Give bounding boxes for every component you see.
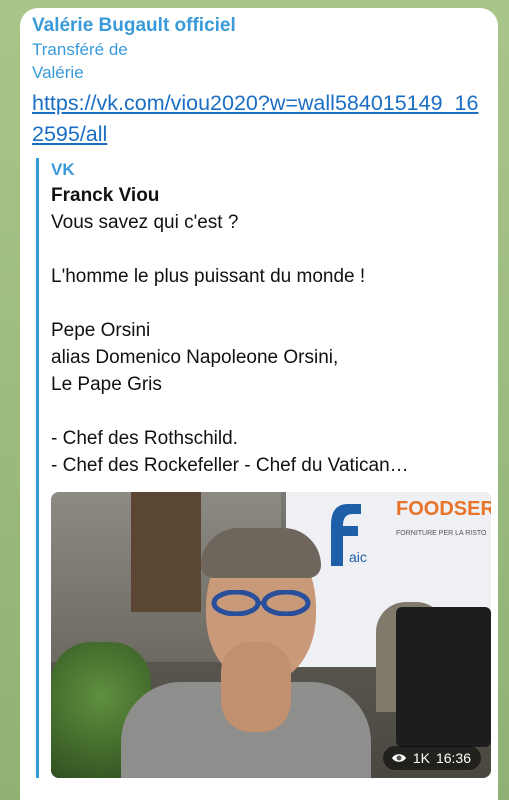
video-duration: 16:36 — [435, 750, 471, 766]
preview-video-thumbnail[interactable]: aic FOODSERV FORNITURE PER LA RISTO — [51, 492, 491, 778]
eye-icon — [391, 754, 406, 762]
thumbnail-glasses — [211, 590, 311, 616]
thumbnail-hand — [221, 642, 291, 732]
svg-text:aic: aic — [349, 549, 367, 565]
truck-logo-icon: aic — [331, 504, 367, 566]
message-bubble: Valérie Bugault officiel Transféré de Va… — [20, 8, 498, 800]
thumbnail-hair — [201, 528, 321, 578]
forwarded-from[interactable]: Valérie — [32, 61, 486, 84]
thumbnail-door — [131, 492, 201, 612]
video-info-badge: 1K 16:36 — [382, 746, 481, 770]
truck-sub-text: FORNITURE PER LA RISTO — [396, 530, 487, 537]
message-link[interactable]: https://vk.com/viou2020?w=wall584015149_… — [32, 88, 486, 150]
preview-description: Vous savez qui c'est ? L'homme le plus p… — [51, 212, 409, 476]
sender-name[interactable]: Valérie Bugault officiel — [32, 14, 486, 38]
preview-title: Franck Viou — [51, 185, 160, 206]
forwarded-label: Transféré de — [32, 40, 128, 59]
truck-brand-text: FOODSERV — [396, 498, 491, 520]
view-count: 1K — [412, 750, 430, 766]
preview-site-name: VK — [51, 160, 75, 179]
thumbnail-camera — [396, 607, 491, 747]
link-preview[interactable]: VK Franck Viou Vous savez qui c'est ? L'… — [36, 158, 491, 778]
